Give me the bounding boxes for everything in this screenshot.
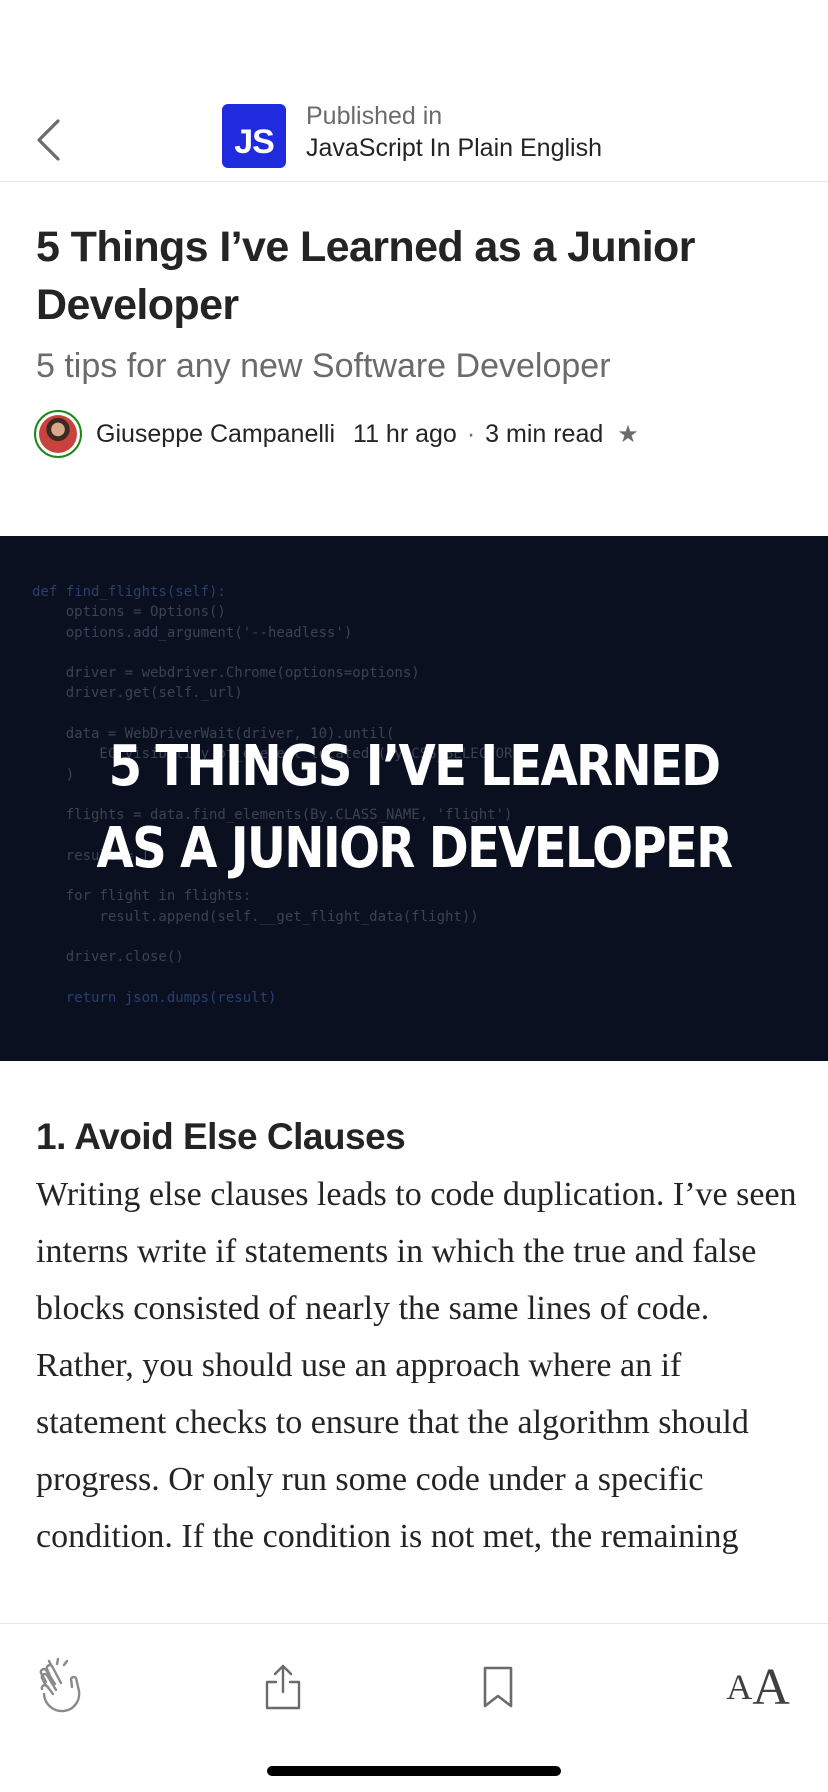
published-time: 11 hr ago	[353, 419, 457, 448]
meta-separator: ·	[466, 419, 476, 448]
hero-code-line: driver.get(self._url)	[32, 685, 243, 702]
hero-code-line	[32, 643, 512, 663]
clap-button[interactable]	[30, 1654, 90, 1720]
hero-code-line: options = Options()	[32, 604, 226, 621]
hero-code-line: driver = webdriver.Chrome(options=option…	[32, 665, 420, 682]
hero-code-line: result.append(self.__get_flight_data(fli…	[32, 908, 479, 925]
publication-header: JS Published in JavaScript In Plain Engl…	[0, 0, 828, 182]
hero-code-line: driver.close()	[32, 949, 184, 966]
hero-code-line	[32, 704, 512, 724]
bookmark-button[interactable]	[478, 1654, 518, 1720]
home-indicator[interactable]	[267, 1766, 561, 1776]
hero-code-line: options.add_argument('--headless')	[32, 624, 353, 641]
read-time: 3 min read	[485, 419, 604, 448]
chevron-left-icon	[37, 119, 60, 161]
share-button[interactable]	[260, 1654, 306, 1720]
share-icon	[265, 1664, 301, 1710]
text-size-button[interactable]: AA	[724, 1654, 792, 1720]
text-size-small-glyph: A	[726, 1667, 753, 1707]
author-name[interactable]: Giuseppe Campanelli	[96, 420, 335, 449]
bookmark-icon	[483, 1666, 513, 1708]
back-button[interactable]	[28, 112, 68, 168]
hero-code-line	[32, 927, 512, 947]
avatar[interactable]	[34, 410, 82, 458]
publication-info[interactable]: Published in JavaScript In Plain English	[306, 100, 602, 164]
hero-code-line: def find_flights(self):	[32, 584, 226, 600]
article-paragraph: Writing else clauses leads to code dupli…	[36, 1176, 797, 1555]
article-screen: JS Published in JavaScript In Plain Engl…	[0, 0, 828, 1792]
publication-logo[interactable]: JS	[222, 104, 286, 168]
section-heading: 1. Avoid Else Clauses	[36, 1116, 406, 1157]
publication-name[interactable]: JavaScript In Plain English	[306, 132, 602, 164]
published-in-label: Published in	[306, 102, 443, 130]
hero-code-line: return json.dumps(result)	[32, 989, 277, 1006]
hero-code-line	[32, 968, 512, 988]
star-icon: ★	[617, 420, 639, 448]
hero-image: def find_flights(self): options = Option…	[0, 536, 828, 1061]
hero-headline-line1: 5 THINGS I’VE LEARNED	[108, 734, 722, 799]
hero-headline-line2: AS A JUNIOR DEVELOPER	[96, 816, 734, 881]
article-title: 5 Things I’ve Learned as a Junior Develo…	[36, 223, 695, 329]
byline: Giuseppe Campanelli 11 hr ago · 3 min re…	[34, 406, 639, 462]
article-subtitle: 5 tips for any new Software Developer	[36, 347, 611, 385]
clap-icon	[39, 1657, 81, 1713]
text-size-large-glyph: A	[752, 1658, 790, 1716]
hero-headline: 5 THINGS I’VE LEARNED AS A JUNIOR DEVELO…	[58, 726, 770, 890]
